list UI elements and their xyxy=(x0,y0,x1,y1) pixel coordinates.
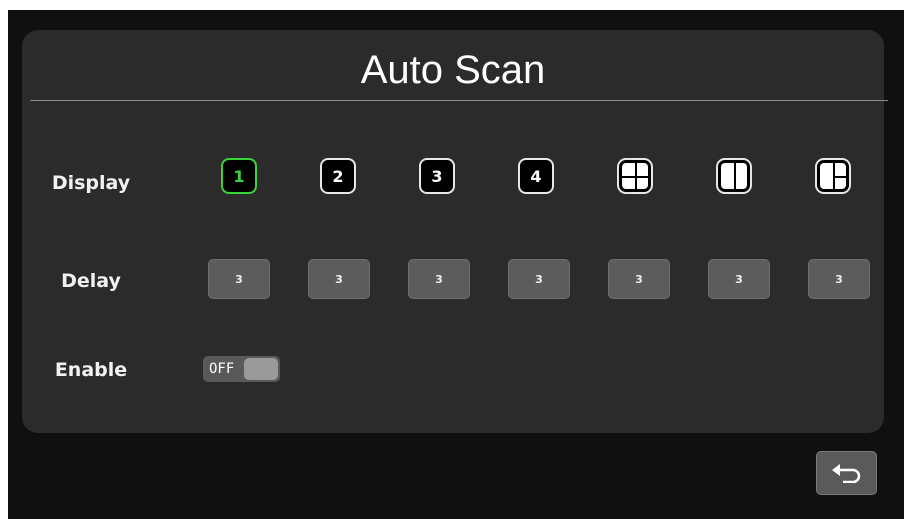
back-button[interactable] xyxy=(816,451,877,495)
delay-label: Delay xyxy=(61,270,121,292)
page-title: Auto Scan xyxy=(360,48,546,92)
screen: Auto Scan Display Delay Enable 1 2 3 4 3… xyxy=(8,10,904,519)
delay-value-button-7[interactable]: 3 xyxy=(808,259,870,299)
auto-scan-panel: Auto Scan Display Delay Enable 1 2 3 4 3… xyxy=(22,30,888,433)
dual-split-icon xyxy=(721,163,747,189)
display-channel-1-button[interactable]: 1 xyxy=(221,158,257,194)
return-arrow-icon xyxy=(831,464,860,483)
delay-value-button-1[interactable]: 3 xyxy=(208,259,270,299)
display-channel-4-button[interactable]: 4 xyxy=(518,158,554,194)
display-label: Display xyxy=(51,172,131,194)
display-channel-3-button[interactable]: 3 xyxy=(419,158,455,194)
delay-value-button-5[interactable]: 3 xyxy=(608,259,670,299)
display-channel-2-button[interactable]: 2 xyxy=(320,158,356,194)
enable-label: Enable xyxy=(54,359,128,381)
triple-split-icon xyxy=(820,163,848,189)
delay-value-button-4[interactable]: 3 xyxy=(508,259,570,299)
dual-layout-button[interactable] xyxy=(716,158,752,194)
title-divider xyxy=(30,100,888,101)
delay-value-button-6[interactable]: 3 xyxy=(708,259,770,299)
toggle-knob xyxy=(244,358,278,380)
quad-split-icon xyxy=(622,163,648,189)
toggle-state-label: OFF xyxy=(209,361,235,377)
delay-value-button-2[interactable]: 3 xyxy=(308,259,370,299)
triple-layout-button[interactable] xyxy=(815,158,851,194)
enable-toggle[interactable]: OFF xyxy=(203,356,280,382)
quad-layout-button[interactable] xyxy=(617,158,653,194)
delay-value-button-3[interactable]: 3 xyxy=(408,259,470,299)
